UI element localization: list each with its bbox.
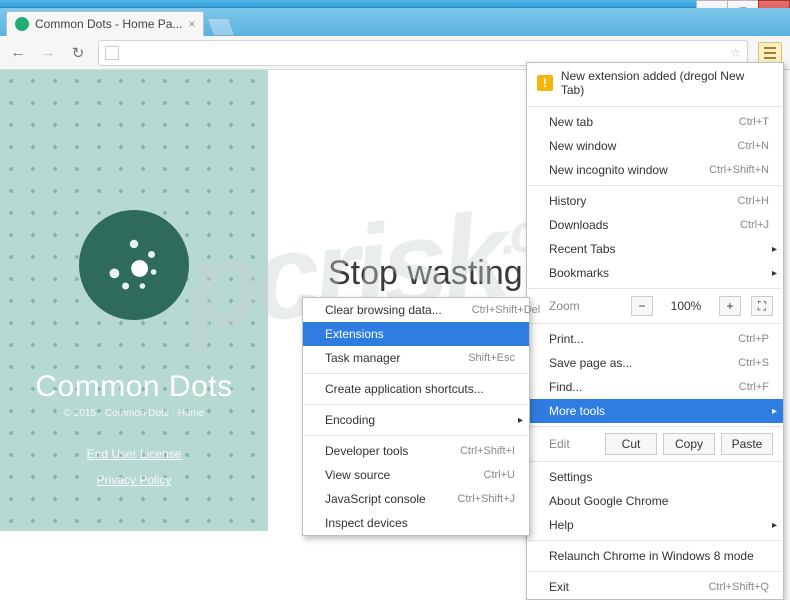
- menu-create-shortcuts[interactable]: Create application shortcuts...: [303, 377, 529, 401]
- menu-inspect-devices[interactable]: Inspect devices: [303, 511, 529, 535]
- menu-print[interactable]: Print...Ctrl+P: [527, 327, 783, 351]
- tab-strip: Common Dots - Home Pa... ×: [0, 8, 790, 36]
- bookmark-star-icon[interactable]: ☆: [730, 46, 741, 60]
- menu-settings[interactable]: Settings: [527, 465, 783, 489]
- edit-label: Edit: [549, 437, 599, 451]
- menu-new-tab[interactable]: New tabCtrl+T: [527, 110, 783, 134]
- chrome-main-menu: ! New extension added (dregol New Tab) N…: [526, 62, 784, 600]
- brand-title: Common Dots: [0, 370, 268, 404]
- menu-clear-browsing-data[interactable]: Clear browsing data...Ctrl+Shift+Del: [303, 298, 529, 322]
- brand-logo: [79, 210, 189, 320]
- back-button[interactable]: ←: [8, 43, 28, 63]
- menu-zoom: Zoom − 100% + ⛶: [527, 292, 783, 320]
- zoom-percent: 100%: [663, 299, 709, 313]
- zoom-in-button[interactable]: +: [719, 296, 741, 316]
- chevron-right-icon: ▸: [772, 520, 777, 531]
- privacy-link[interactable]: Privacy Policy: [97, 473, 172, 487]
- menu-js-console[interactable]: JavaScript consoleCtrl+Shift+J: [303, 487, 529, 511]
- fullscreen-button[interactable]: ⛶: [751, 296, 773, 316]
- menu-save-page[interactable]: Save page as...Ctrl+S: [527, 351, 783, 375]
- browser-tab[interactable]: Common Dots - Home Pa... ×: [6, 11, 204, 36]
- new-tab-button[interactable]: [207, 18, 236, 36]
- menu-bookmarks[interactable]: Bookmarks▸: [527, 261, 783, 285]
- notice-text: New extension added (dregol New Tab): [561, 69, 769, 97]
- forward-button[interactable]: →: [38, 43, 58, 63]
- menu-new-incognito[interactable]: New incognito windowCtrl+Shift+N: [527, 158, 783, 182]
- dots-loader-icon: [99, 230, 169, 300]
- chevron-right-icon: ▸: [518, 415, 523, 426]
- reload-button[interactable]: ↻: [68, 43, 88, 63]
- chevron-right-icon: ▸: [772, 268, 777, 279]
- menu-help[interactable]: Help▸: [527, 513, 783, 537]
- tab-title: Common Dots - Home Pa...: [35, 17, 182, 31]
- menu-find[interactable]: Find...Ctrl+F: [527, 375, 783, 399]
- menu-encoding[interactable]: Encoding▸: [303, 408, 529, 432]
- paste-button[interactable]: Paste: [721, 433, 773, 455]
- zoom-label: Zoom: [549, 299, 621, 313]
- extension-notice[interactable]: ! New extension added (dregol New Tab): [527, 63, 783, 103]
- chrome-menu-button[interactable]: [758, 42, 782, 64]
- zoom-out-button[interactable]: −: [631, 296, 653, 316]
- eula-link[interactable]: End User License: [87, 447, 182, 461]
- menu-extensions[interactable]: Extensions: [303, 322, 529, 346]
- chevron-right-icon: ▸: [772, 244, 777, 255]
- menu-exit[interactable]: ExitCtrl+Shift+Q: [527, 575, 783, 599]
- menu-about[interactable]: About Google Chrome: [527, 489, 783, 513]
- more-tools-submenu: Clear browsing data...Ctrl+Shift+Del Ext…: [302, 297, 530, 536]
- chevron-right-icon: ▸: [772, 406, 777, 417]
- brand-subtitle: © 2015 · Common Dots · Home: [0, 408, 268, 419]
- menu-more-tools[interactable]: More tools▸: [527, 399, 783, 423]
- menu-view-source[interactable]: View sourceCtrl+U: [303, 463, 529, 487]
- menu-task-manager[interactable]: Task managerShift+Esc: [303, 346, 529, 370]
- page-icon: [105, 46, 119, 60]
- cut-button[interactable]: Cut: [605, 433, 657, 455]
- menu-new-window[interactable]: New windowCtrl+N: [527, 134, 783, 158]
- favicon-icon: [15, 17, 29, 31]
- page-sidebar: Common Dots © 2015 · Common Dots · Home …: [0, 70, 268, 531]
- menu-edit: Edit Cut Copy Paste: [527, 430, 783, 458]
- copy-button[interactable]: Copy: [663, 433, 715, 455]
- menu-developer-tools[interactable]: Developer toolsCtrl+Shift+I: [303, 439, 529, 463]
- tab-close-icon[interactable]: ×: [188, 17, 195, 31]
- menu-downloads[interactable]: DownloadsCtrl+J: [527, 213, 783, 237]
- menu-relaunch[interactable]: Relaunch Chrome in Windows 8 mode: [527, 544, 783, 568]
- menu-history[interactable]: HistoryCtrl+H: [527, 189, 783, 213]
- warning-icon: !: [537, 75, 553, 91]
- menu-recent-tabs[interactable]: Recent Tabs▸: [527, 237, 783, 261]
- window-titlebar: — □ ✕: [0, 0, 790, 8]
